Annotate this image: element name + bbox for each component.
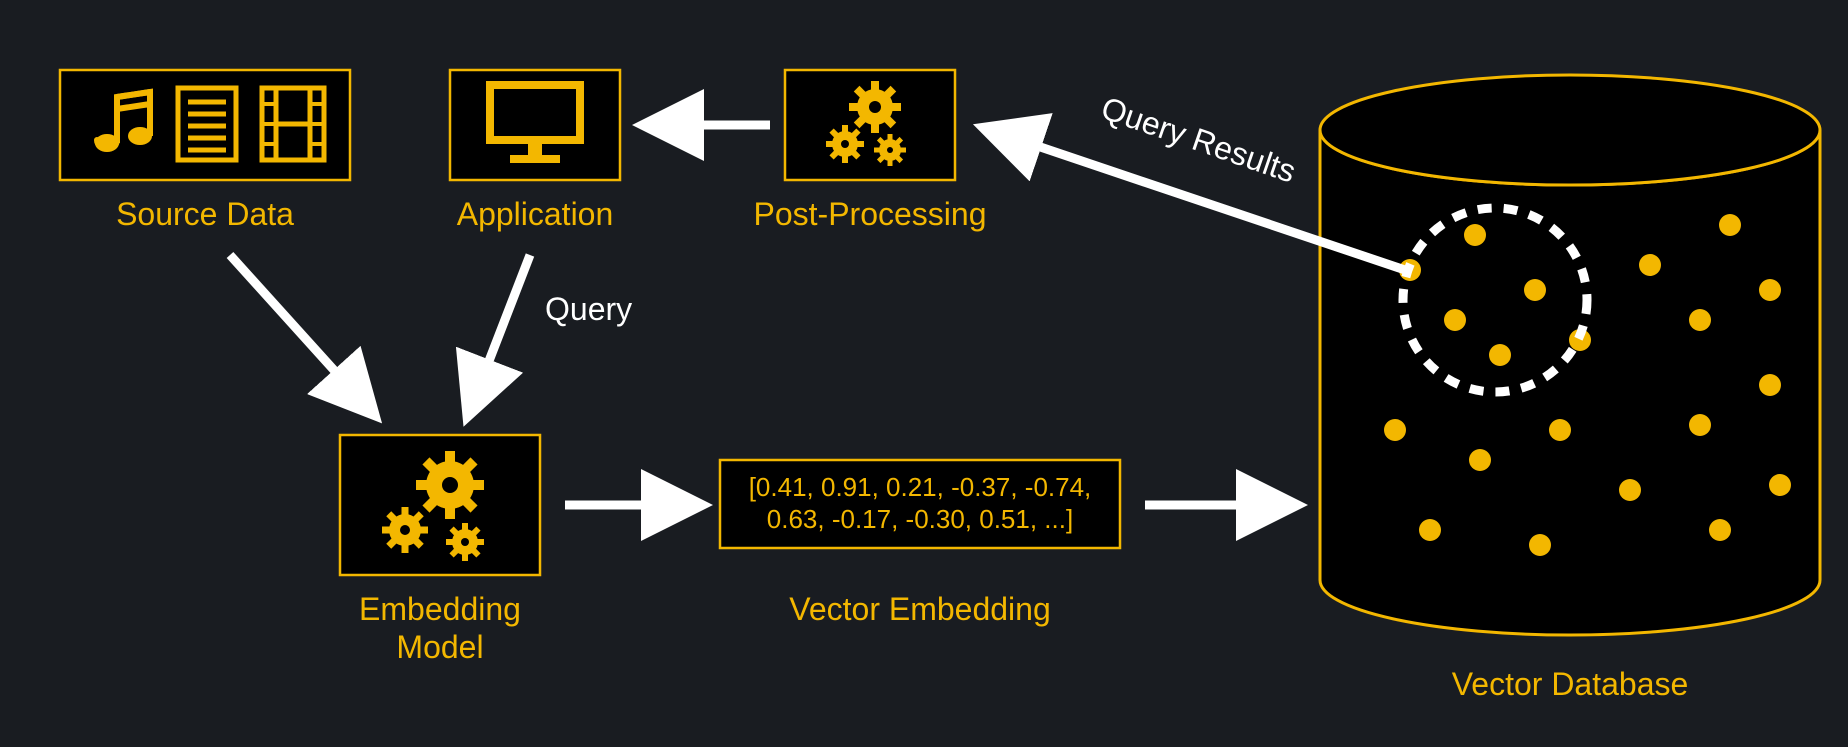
- embedding-model-box: [340, 435, 540, 575]
- vector-embedding-label: Vector Embedding: [789, 591, 1051, 627]
- source-data-label: Source Data: [116, 196, 294, 232]
- source-data-box: [60, 70, 350, 180]
- post-processing-box: [785, 70, 955, 180]
- embedding-model-label-1: Embedding: [359, 591, 521, 627]
- vector-embedding-box: [0.41, 0.91, 0.21, -0.37, -0.74, 0.63, -…: [720, 460, 1120, 548]
- application-box: [450, 70, 620, 180]
- arrow-app-to-embedding: [470, 255, 530, 410]
- vector-database-label: Vector Database: [1452, 666, 1689, 702]
- arrow-source-to-embedding: [230, 255, 370, 410]
- vector-embedding-line2: 0.63, -0.17, -0.30, 0.51, ...]: [767, 504, 1073, 534]
- post-processing-label: Post-Processing: [754, 196, 987, 232]
- application-label: Application: [457, 196, 614, 232]
- vector-embedding-line1: [0.41, 0.91, 0.21, -0.37, -0.74,: [749, 472, 1092, 502]
- vector-database: [1320, 75, 1820, 635]
- embedding-model-label-2: Model: [396, 629, 483, 665]
- query-label: Query: [545, 291, 632, 327]
